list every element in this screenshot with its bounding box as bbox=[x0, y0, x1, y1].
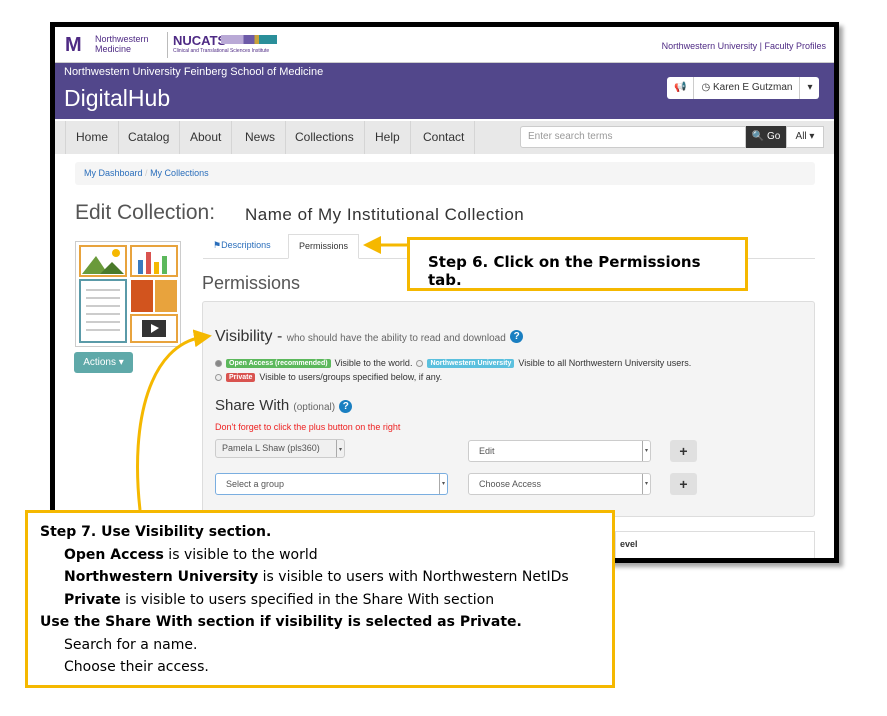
step7-arrow bbox=[136, 329, 212, 511]
step7-line4: Search for a name. bbox=[64, 636, 198, 653]
l3-bold: Private bbox=[64, 591, 121, 608]
l1-bold: Open Access bbox=[64, 546, 164, 563]
step6-callout: Step 6. Click on the Permissions tab. bbox=[407, 237, 748, 291]
l3-text: is visible to users specified in the Sha… bbox=[120, 591, 495, 608]
step7-title2: Use the Share With section if visibility… bbox=[40, 614, 522, 630]
step7-line5: Choose their access. bbox=[64, 659, 209, 675]
step7-line1: Open Access is visible to the world bbox=[40, 544, 600, 567]
l2-text: is visible to users with Northwestern Ne… bbox=[258, 569, 569, 585]
step7-line3: Private is visible to users specified in… bbox=[40, 589, 600, 612]
step7-line2: Northwestern University is visible to us… bbox=[40, 566, 600, 589]
l2-bold: Northwestern University bbox=[64, 569, 259, 585]
step7-callout: Step 7. Use Visibility section. Open Acc… bbox=[25, 510, 615, 688]
l1-text: is visible to the world bbox=[163, 546, 318, 563]
step7-title: Step 7. Use Visibility section. bbox=[40, 524, 272, 540]
